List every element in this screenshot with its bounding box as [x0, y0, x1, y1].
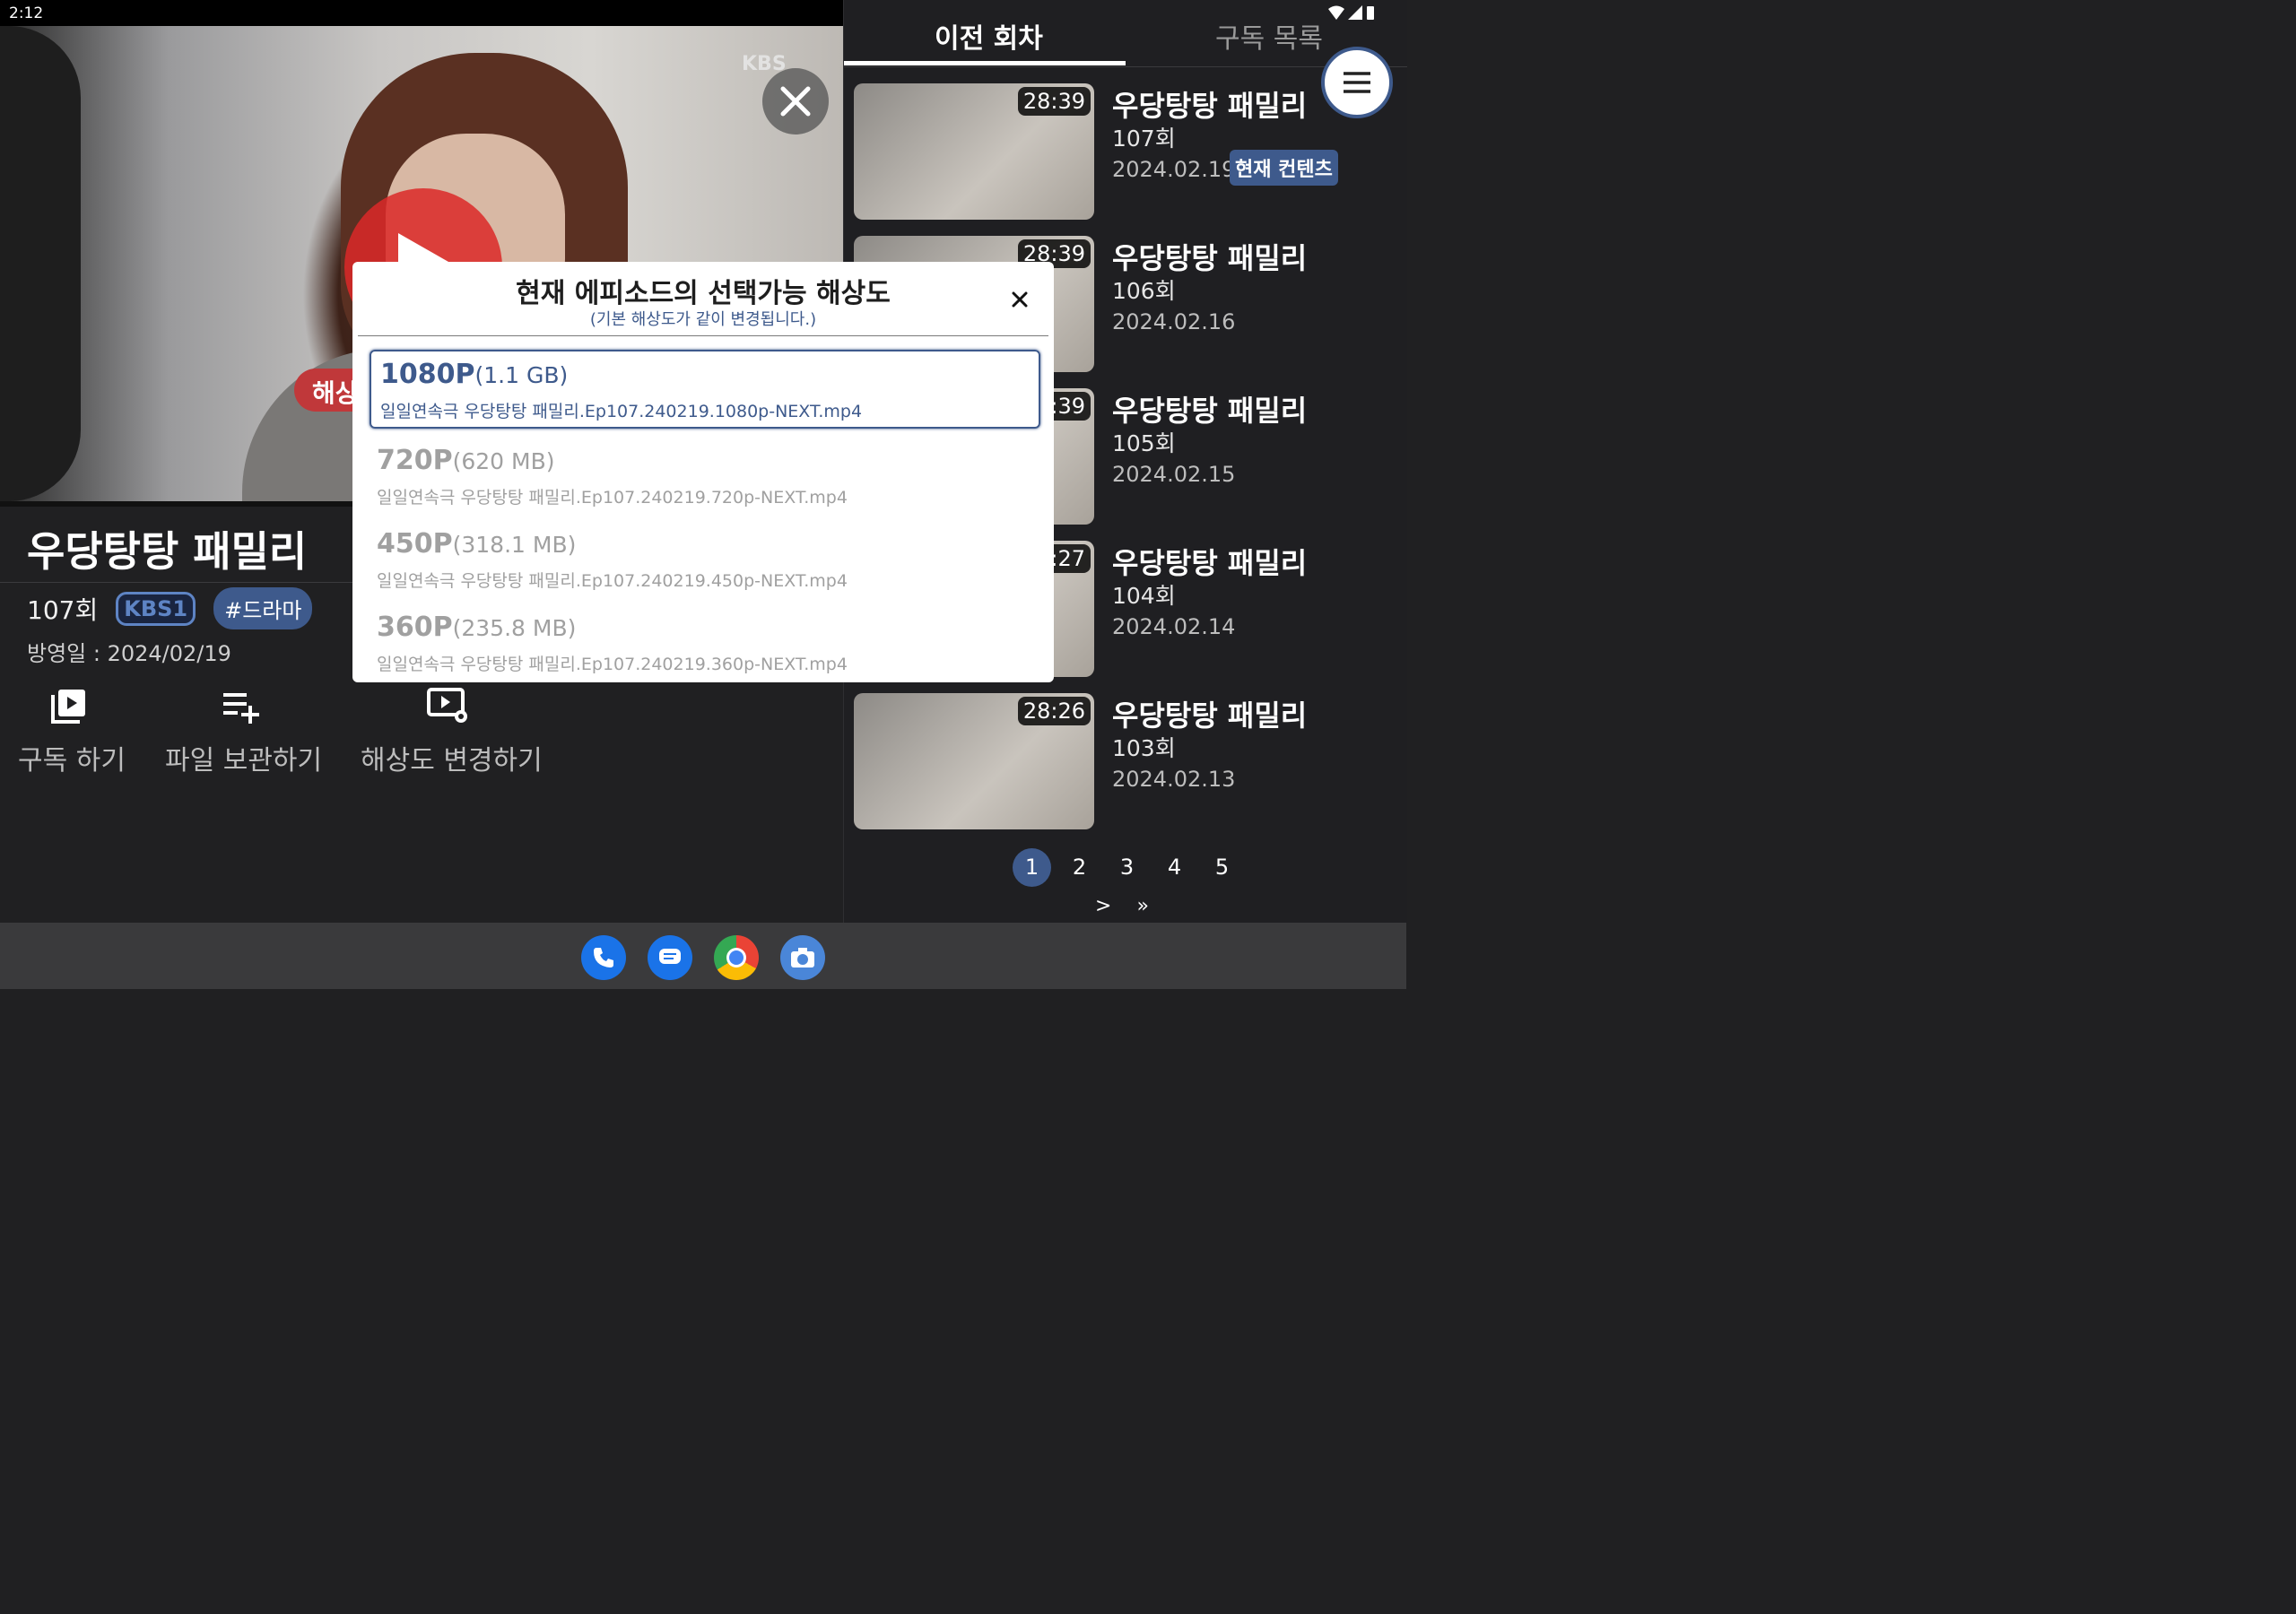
episode-title: 우당탕탕 패밀리 — [1112, 241, 1308, 275]
page-4[interactable]: 4 — [1155, 848, 1194, 887]
airdate: 방영일 : 2024/02/19 — [27, 641, 231, 666]
status-icons — [1328, 5, 1375, 20]
episode-title: 우당탕탕 패밀리 — [1112, 89, 1308, 123]
genre-badge[interactable]: #드라마 — [213, 587, 313, 629]
camera-icon[interactable] — [780, 935, 825, 980]
option-size: (620 MB) — [452, 448, 555, 474]
dialog-divider — [358, 335, 1048, 336]
episode-duration: 28:26 — [1017, 697, 1091, 725]
phone-icon[interactable] — [581, 935, 626, 980]
subscribe-icon — [51, 690, 85, 724]
messages-icon[interactable] — [648, 935, 692, 980]
page-1[interactable]: 1 — [1013, 848, 1051, 887]
save-file-label: 파일 보관하기 — [165, 745, 323, 777]
episode-date: 2024.02.15 — [1112, 462, 1236, 487]
option-filename: 일일연속극 우당탕탕 패밀리.Ep107.240219.1080p-NEXT.m… — [380, 402, 863, 421]
dock-icons — [581, 935, 825, 980]
episode-number: 105회 — [1112, 430, 1176, 456]
battery-icon — [1367, 6, 1374, 20]
episode-title: 우당탕탕 패밀리 — [1112, 394, 1308, 428]
episode-date: 2024.02.16 — [1112, 309, 1236, 334]
resolution-option-1080p[interactable]: 1080P(1.1 GB) 일일연속극 우당탕탕 패밀리.Ep107.24021… — [370, 350, 1040, 429]
episode-number: 106회 — [1112, 278, 1176, 304]
episode-date: 2024.02.13 — [1112, 767, 1236, 792]
option-resolution: 360P — [377, 612, 453, 643]
meta-row: 107회 KBS1 #드라마 — [27, 587, 313, 629]
page-3[interactable]: 3 — [1108, 848, 1146, 887]
change-resolution-button[interactable]: 해상도 변경하기 — [361, 686, 543, 777]
dialog-subtitle: (기본 해상도가 같이 변경됩니다.) — [589, 310, 817, 329]
channel-badge: KBS1 — [116, 591, 196, 626]
page-2[interactable]: 2 — [1060, 848, 1099, 887]
episode-thumbnail: 28:39 — [854, 83, 1094, 220]
subscribe-label: 구독 하기 — [18, 745, 126, 777]
option-label: 1080P(1.1 GB) — [380, 359, 568, 390]
nav-dock — [0, 923, 1406, 989]
status-time: 2:12 — [9, 4, 44, 22]
episode-number: 107회 — [1112, 126, 1176, 152]
option-size: (318.1 MB) — [452, 532, 577, 558]
tab-bar: 이전 회차 구독 목록 — [844, 0, 1407, 67]
video-foreground-blur — [0, 26, 81, 501]
episode-number: 103회 — [1112, 735, 1176, 761]
chrome-icon[interactable] — [714, 935, 759, 980]
episode-number: 104회 — [1112, 583, 1176, 609]
option-filename: 일일연속극 우당탕탕 패밀리.Ep107.240219.360p-NEXT.mp… — [377, 655, 848, 674]
status-bar: 2:12 — [0, 0, 843, 26]
subscribe-button[interactable]: 구독 하기 — [18, 686, 126, 777]
video-settings-icon — [427, 688, 467, 723]
episode-title: 우당탕탕 패밀리 — [1112, 699, 1308, 733]
close-video-button[interactable] — [762, 68, 829, 134]
option-resolution: 720P — [377, 445, 453, 476]
save-file-button[interactable]: 파일 보관하기 — [165, 686, 323, 777]
page-5[interactable]: 5 — [1203, 848, 1241, 887]
option-label: 360P(235.8 MB) — [377, 612, 576, 643]
tab-previous-episodes[interactable]: 이전 회차 — [935, 16, 1043, 56]
episode-duration: 28:39 — [1017, 87, 1091, 116]
next-page-button[interactable]: > — [1095, 895, 1111, 917]
playlist-add-icon — [223, 693, 259, 724]
pagination-arrows: > » — [1095, 895, 1149, 917]
resolution-dialog: 현재 에피소드의 선택가능 해상도 (기본 해상도가 같이 변경됩니다.) 10… — [352, 262, 1054, 682]
episode-title: 우당탕탕 패밀리 — [1112, 546, 1308, 580]
change-resolution-label: 해상도 변경하기 — [361, 745, 543, 777]
option-resolution: 1080P — [380, 359, 475, 390]
episode-number: 107회 — [27, 594, 99, 625]
show-title: 우당탕탕 패밀리 — [27, 527, 308, 576]
dialog-title: 현재 에피소드의 선택가능 해상도 — [516, 278, 891, 309]
option-size: (235.8 MB) — [452, 615, 577, 641]
dialog-close-button[interactable] — [1007, 287, 1032, 312]
episode-item[interactable]: 28:39 우당탕탕 패밀리 107회 2024.02.19 현재 컨텐츠 — [854, 83, 1392, 220]
episode-thumbnail: 28:26 — [854, 693, 1094, 829]
episode-item[interactable]: 28:26 우당탕탕 패밀리 103회 2024.02.13 — [854, 693, 1392, 829]
close-icon — [1012, 291, 1028, 308]
option-filename: 일일연속극 우당탕탕 패밀리.Ep107.240219.450p-NEXT.mp… — [377, 571, 848, 591]
wifi-icon — [1328, 5, 1344, 20]
option-resolution: 450P — [377, 528, 453, 560]
current-content-badge: 현재 컨텐츠 — [1230, 150, 1338, 186]
pagination: 1 2 3 4 5 — [1013, 848, 1241, 887]
option-label: 720P(620 MB) — [377, 445, 555, 476]
resolution-pill-label: 해상 — [312, 378, 359, 408]
signal-icon — [1348, 5, 1362, 20]
option-size: (1.1 GB) — [474, 362, 569, 388]
last-page-button[interactable]: » — [1136, 895, 1148, 917]
episode-date: 2024.02.19 — [1112, 157, 1236, 182]
close-icon — [780, 86, 811, 117]
tab-underline — [844, 61, 1126, 65]
option-filename: 일일연속극 우당탕탕 패밀리.Ep107.240219.720p-NEXT.mp… — [377, 488, 848, 508]
episode-date: 2024.02.14 — [1112, 614, 1236, 639]
tab-subscriptions[interactable]: 구독 목록 — [1215, 16, 1323, 56]
option-label: 450P(318.1 MB) — [377, 528, 576, 560]
